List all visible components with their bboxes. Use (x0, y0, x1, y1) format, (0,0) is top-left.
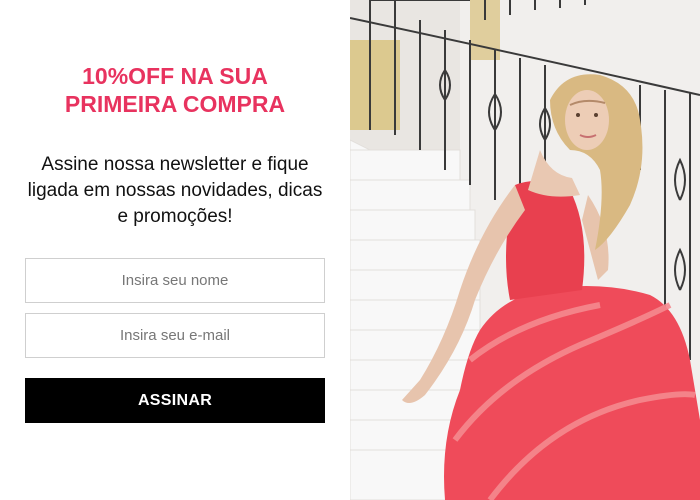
newsletter-popup: 10%OFF NA SUA PRIMEIRA COMPRA Assine nos… (0, 0, 700, 500)
email-input[interactable] (25, 313, 325, 358)
promo-headline: 10%OFF NA SUA PRIMEIRA COMPRA (0, 62, 350, 118)
model-photo (350, 0, 700, 500)
name-input[interactable] (25, 258, 325, 303)
promo-description: Assine nossa newsletter e fique ligada e… (27, 154, 323, 227)
model-photo-illustration (350, 0, 700, 500)
yellow-wall-accent (350, 40, 400, 130)
promo-headline-line2: PRIMEIRA COMPRA (64, 91, 286, 117)
model-face (565, 90, 609, 150)
promo-headline-line1: 10%OFF NA SUA (82, 63, 268, 89)
newsletter-form-panel: 10%OFF NA SUA PRIMEIRA COMPRA Assine nos… (0, 0, 350, 500)
subscribe-button[interactable]: ASSINAR (25, 378, 325, 423)
